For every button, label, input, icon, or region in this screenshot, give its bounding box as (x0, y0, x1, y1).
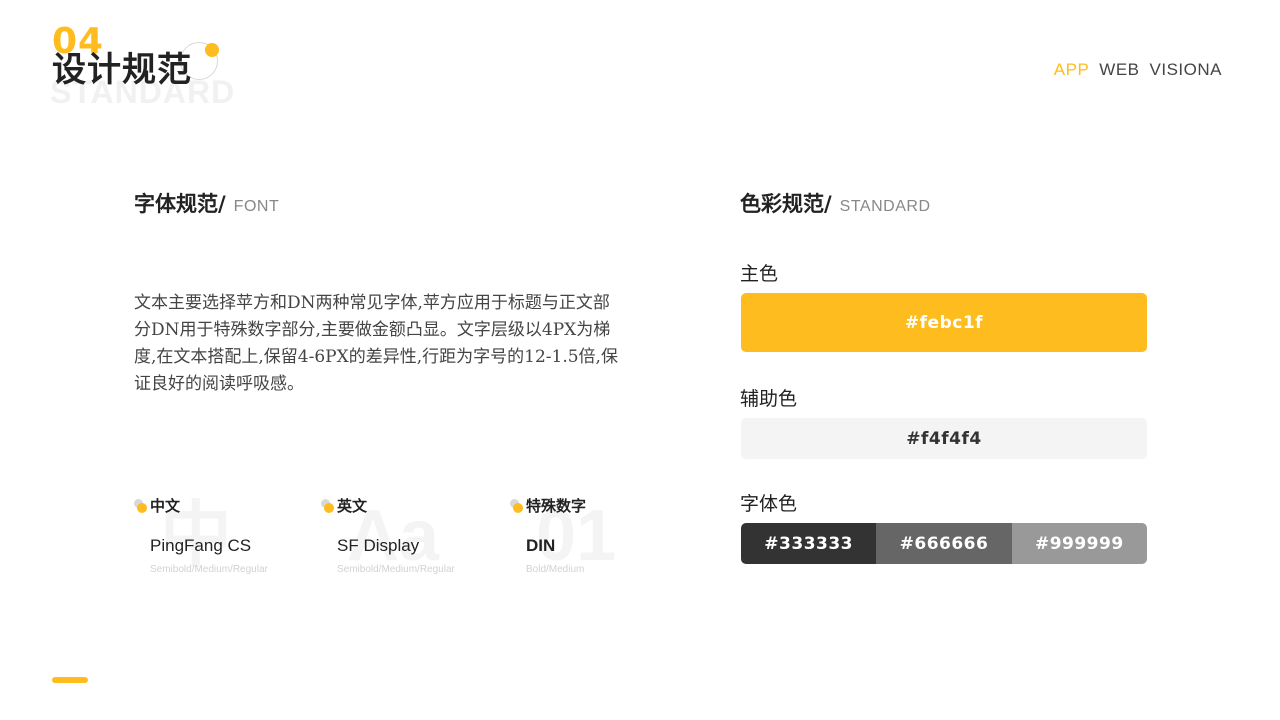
decorative-dot-icon (205, 43, 219, 57)
font-color-swatch-light: #999999 (1011, 523, 1147, 564)
font-description: 文本主要选择苹方和DN两种常见字体,苹方应用于标题与正文部分DN用于特殊数字部分… (134, 293, 618, 394)
sample-label: 特殊数字 (526, 497, 587, 515)
sample-font-name: SF Display (337, 536, 420, 555)
sample-font-weights: Semibold/Medium/Regular (150, 564, 268, 575)
font-heading-en: FONT (233, 198, 280, 215)
font-color-swatch-dark: #333333 (741, 523, 877, 564)
sample-label: 英文 (337, 497, 368, 515)
font-section-heading: 字体规范/ FONT (134, 188, 279, 218)
color-heading-zh: 色彩规范/ (740, 192, 832, 216)
sample-font-weights: Semibold/Medium/Regular (337, 564, 455, 575)
nav-item-visiona[interactable]: VISIONA (1150, 60, 1222, 80)
bullet-dots-icon (510, 499, 524, 513)
font-sample-chinese: 中 中文 PingFang CS Semibold/Medium/Regular (134, 496, 304, 586)
top-nav: APP WEB VISIONA (1054, 60, 1222, 80)
font-sample-numbers: 01 特殊数字 DIN Bold/Medium (510, 496, 680, 586)
font-heading-zh: 字体规范/ (134, 192, 226, 216)
color-heading-en: STANDARD (839, 198, 931, 215)
sample-font-name: PingFang CS (150, 536, 252, 555)
footer-accent-bar (52, 677, 88, 683)
font-sample-english: Aa 英文 SF Display Semibold/Medium/Regular (321, 496, 491, 586)
font-color-swatch-medium: #666666 (876, 523, 1012, 564)
primary-color-swatch: #febc1f (741, 293, 1147, 352)
auxiliary-color-label: 辅助色 (740, 388, 798, 410)
color-section-heading: 色彩规范/ STANDARD (740, 188, 931, 218)
sample-font-weights: Bold/Medium (526, 564, 585, 575)
auxiliary-color-swatch: #f4f4f4 (741, 418, 1147, 459)
sample-label: 中文 (150, 497, 181, 515)
font-color-swatches: #333333 #666666 #999999 (741, 523, 1147, 564)
page-title: 设计规范 (52, 50, 192, 90)
primary-color-label: 主色 (740, 263, 779, 285)
sample-font-name: DIN (526, 536, 556, 555)
font-color-label: 字体色 (740, 493, 798, 515)
bullet-dots-icon (134, 499, 148, 513)
nav-item-app[interactable]: APP (1054, 60, 1090, 80)
nav-item-web[interactable]: WEB (1099, 60, 1139, 80)
bullet-dots-icon (321, 499, 335, 513)
